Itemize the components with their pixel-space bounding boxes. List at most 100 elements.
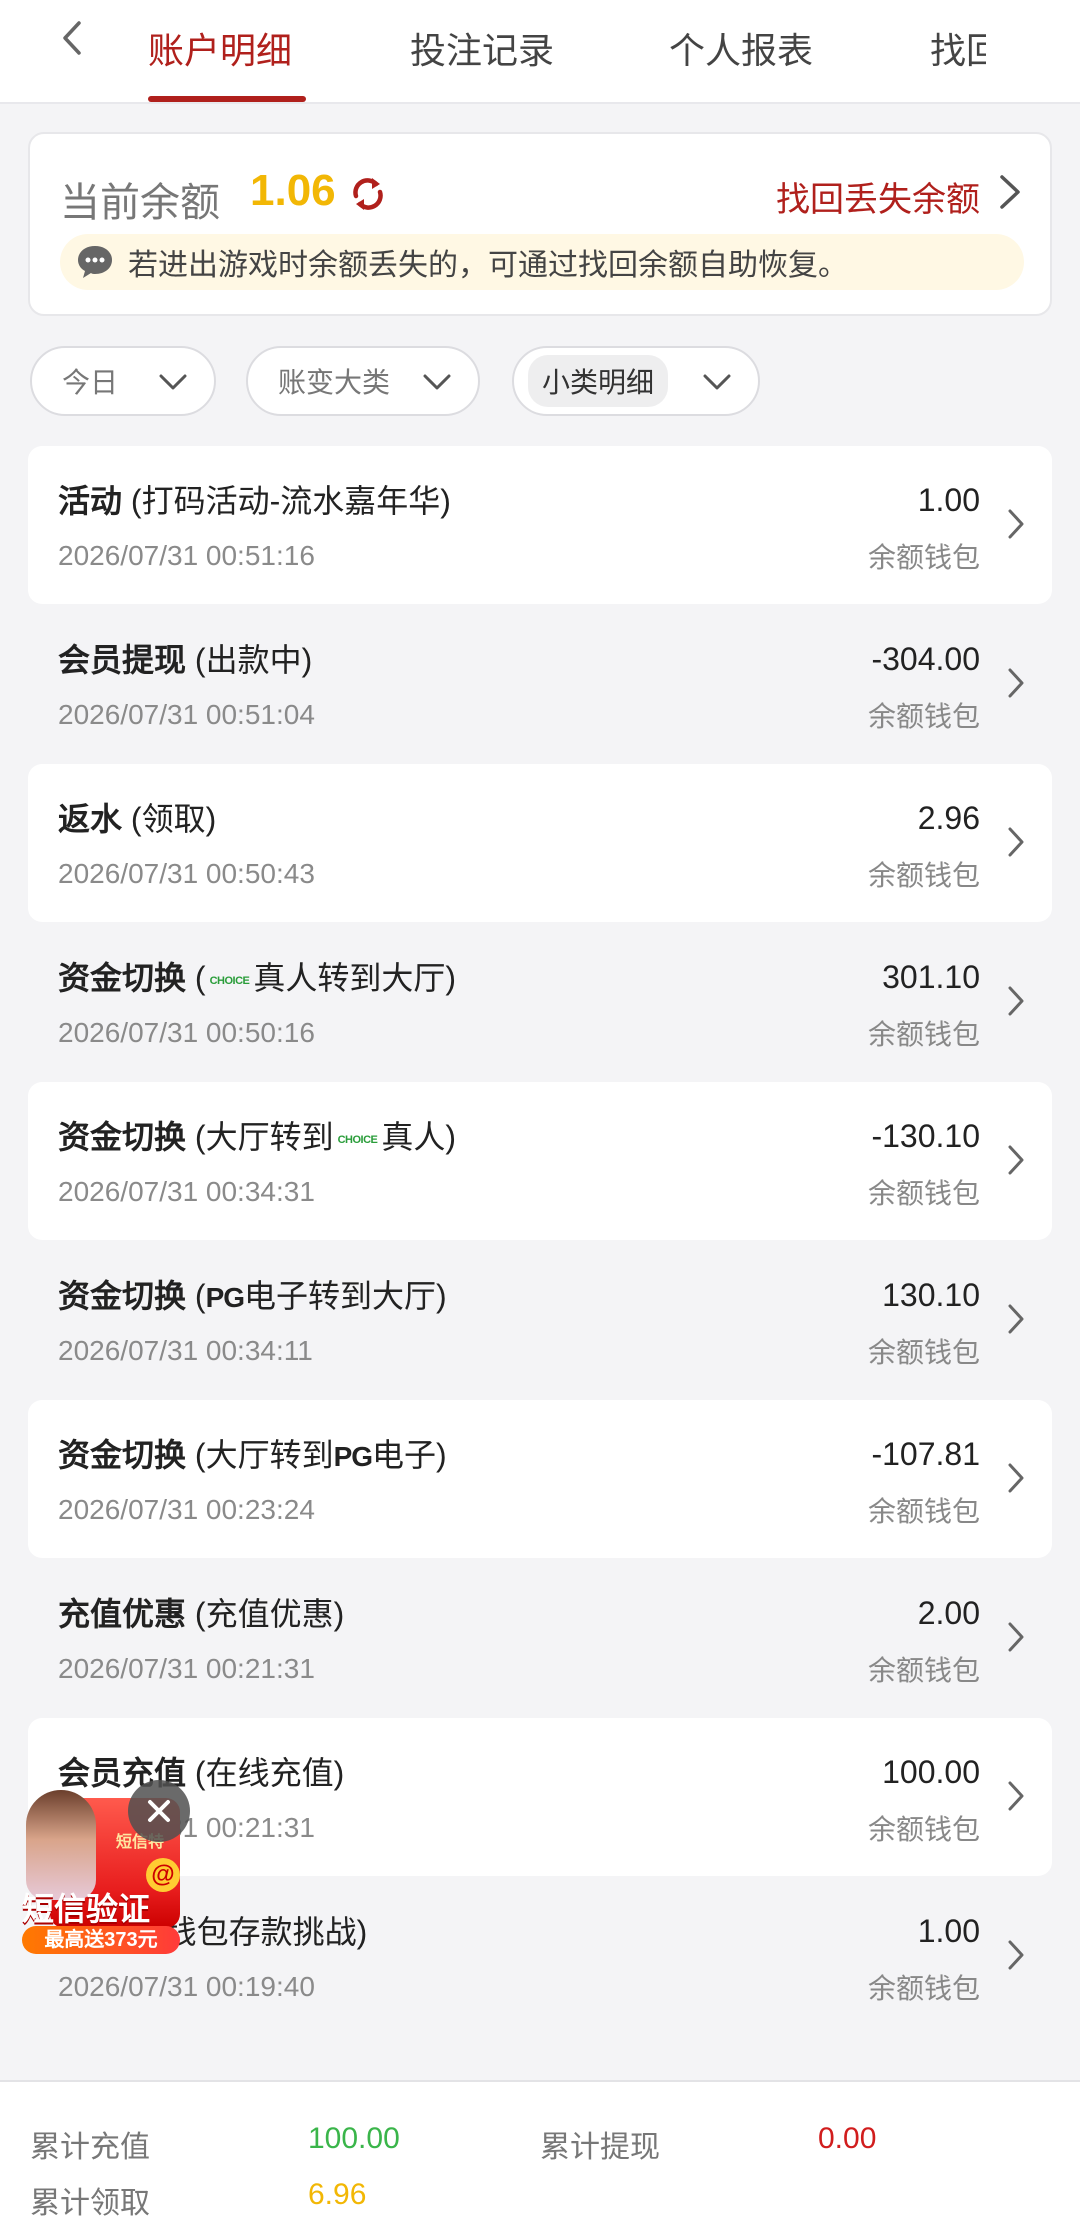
transaction-datetime: 2026/07/31 00:50:43 bbox=[58, 858, 315, 889]
recover-balance-link[interactable]: 找回丢失余额 bbox=[776, 172, 980, 221]
transaction-row[interactable]: 资金切换 (大厅转到PG电子) 2026/07/31 00:23:24 -107.8… bbox=[28, 1400, 1052, 1558]
transaction-row[interactable]: 资金切换 (PG电子转到大厅) 2026/07/31 00:34:11 130.10… bbox=[28, 1241, 1052, 1399]
transaction-detail: (打码活动-流水嘉年华) bbox=[122, 483, 451, 519]
chevron-right-icon bbox=[1008, 509, 1024, 539]
pg-logo-icon: PG bbox=[205, 1282, 245, 1313]
transaction-detail: ( bbox=[186, 1278, 206, 1314]
choice-logo-icon: CHOICE bbox=[337, 1133, 378, 1146]
tab-recover-clip: 找回 bbox=[930, 0, 986, 96]
subcategory-filter-dropdown[interactable]: 小类明细 bbox=[512, 346, 760, 416]
transaction-wallet: 余额钱包 bbox=[867, 1814, 980, 1845]
chevron-right-icon bbox=[1008, 1940, 1024, 1970]
active-tab-indicator bbox=[148, 96, 306, 102]
ad-close-button[interactable] bbox=[128, 1780, 190, 1842]
top-tab-bar: 账户明细 投注记录 个人报表 找回 bbox=[0, 0, 1080, 104]
category-filter-dropdown[interactable]: 账变大类 bbox=[246, 346, 480, 416]
ad-main-text: 短信验证 bbox=[22, 1891, 151, 1927]
recover-notice: 若进出游戏时余额丢失的，可通过找回余额自助恢复。 bbox=[60, 234, 1024, 290]
transaction-datetime: 2026/07/31 00:19:40 bbox=[58, 1971, 315, 2002]
choice-logo-icon: CHOICE bbox=[209, 974, 250, 987]
total-withdraw-label: 累计提现 bbox=[540, 2131, 660, 2164]
transaction-row[interactable]: 资金切换 (CHOICE 真人转到大厅) 2026/07/31 00:50:16 30… bbox=[28, 923, 1052, 1081]
transaction-wallet: 余额钱包 bbox=[867, 701, 980, 732]
transaction-row[interactable]: 资金切换 (大厅转到 CHOICE 真人) 2026/07/31 00:34:31 -1… bbox=[28, 1082, 1052, 1240]
transaction-category: 资金切换 bbox=[58, 1119, 187, 1155]
date-filter-label: 今日 bbox=[62, 367, 119, 398]
transaction-row[interactable]: 返水 (领取) 2026/07/31 00:50:43 2.96 余额钱包 bbox=[28, 764, 1052, 922]
tab-recover[interactable]: 找回 bbox=[930, 22, 986, 74]
close-icon bbox=[148, 1800, 170, 1822]
transaction-amount: 2.96 bbox=[917, 800, 980, 836]
transaction-detail-suffix: 真人) bbox=[381, 1119, 457, 1155]
transaction-datetime: 2026/07/31 00:50:16 bbox=[58, 1017, 315, 1048]
refresh-icon[interactable] bbox=[348, 174, 388, 214]
chevron-right-icon bbox=[1008, 986, 1024, 1016]
transaction-wallet: 余额钱包 bbox=[867, 1178, 980, 1209]
total-deposit-label: 累计充值 bbox=[30, 2131, 150, 2164]
transaction-title: 资金切换 (大厅转到PG电子) bbox=[58, 1430, 447, 1476]
balance-value: 1.06 bbox=[250, 166, 336, 215]
chevron-right-icon bbox=[1008, 827, 1024, 857]
transaction-detail: (充值优惠) bbox=[186, 1596, 345, 1632]
transaction-wallet: 余额钱包 bbox=[867, 1655, 980, 1686]
summary-footer: 累计充值 100.00 累计提现 0.00 累计领取 6.96 bbox=[0, 2080, 1080, 2240]
transaction-row[interactable]: 会员提现 (出款中) 2026/07/31 00:51:04 -304.00 余额钱包 bbox=[28, 605, 1052, 763]
transaction-row[interactable]: 充值优惠 (充值优惠) 2026/07/31 00:21:31 2.00 余额钱包 bbox=[28, 1559, 1052, 1717]
chevron-down-icon bbox=[703, 374, 731, 390]
transaction-category: 充值优惠 bbox=[58, 1596, 187, 1632]
transaction-category: 活动 bbox=[58, 483, 123, 519]
tab-personal-report[interactable]: 个人报表 bbox=[669, 22, 813, 74]
transaction-title: 返水 (领取) bbox=[58, 794, 216, 840]
transaction-row[interactable]: 活动 (打码活动-流水嘉年华) 2026/07/31 00:51:16 1.00 余额… bbox=[28, 446, 1052, 604]
transaction-wallet: 余额钱包 bbox=[867, 1019, 980, 1050]
notice-text: 若进出游戏时余额丢失的，可通过找回余额自助恢复。 bbox=[128, 249, 848, 282]
transaction-detail-suffix: 真人转到大厅) bbox=[253, 960, 457, 996]
transaction-amount: -130.10 bbox=[871, 1118, 980, 1154]
transaction-detail: (出款中) bbox=[186, 642, 313, 678]
transaction-title: 资金切换 (大厅转到 CHOICE 真人) bbox=[58, 1112, 456, 1158]
transaction-datetime: 2026/07/31 00:34:11 bbox=[58, 1335, 313, 1366]
chevron-right-icon bbox=[1008, 1463, 1024, 1493]
transaction-datetime: 2026/07/31 00:51:16 bbox=[58, 540, 315, 571]
back-button[interactable] bbox=[52, 18, 92, 58]
transaction-amount: -304.00 bbox=[871, 641, 980, 677]
transaction-amount: 130.10 bbox=[882, 1277, 980, 1313]
transaction-datetime: 2026/07/31 00:51:04 bbox=[58, 699, 315, 730]
total-deposit-value: 100.00 bbox=[308, 2122, 400, 2155]
chevron-down-icon bbox=[159, 374, 187, 390]
chevron-right-icon[interactable] bbox=[996, 174, 1024, 210]
ad-sub-text: 最高送373元 bbox=[22, 1926, 180, 1954]
balance-card: 当前余额 1.06 找回丢失余额 若进出游戏时余额丢失的，可通过找回余额自助恢复… bbox=[28, 132, 1052, 316]
transaction-detail: (大厅转到 bbox=[186, 1437, 334, 1473]
transaction-category: 资金切换 bbox=[58, 1278, 187, 1314]
chevron-right-icon bbox=[1008, 1622, 1024, 1652]
transaction-amount: 2.00 bbox=[917, 1595, 980, 1631]
transaction-amount: -107.81 bbox=[871, 1436, 980, 1472]
chevron-left-icon bbox=[63, 21, 81, 55]
chevron-right-icon bbox=[1008, 668, 1024, 698]
transaction-detail-suffix: 电子转到大厅) bbox=[244, 1278, 447, 1314]
total-withdraw-value: 0.00 bbox=[818, 2122, 877, 2155]
chevron-right-icon bbox=[1008, 1781, 1024, 1811]
category-filter-label: 账变大类 bbox=[278, 367, 391, 398]
transaction-amount: 1.00 bbox=[917, 1913, 980, 1949]
chevron-right-icon bbox=[1008, 1145, 1024, 1175]
date-filter-dropdown[interactable]: 今日 bbox=[30, 346, 216, 416]
transaction-amount: 1.00 bbox=[917, 482, 980, 518]
transaction-wallet: 余额钱包 bbox=[867, 542, 980, 573]
transaction-detail: ( bbox=[186, 960, 206, 996]
transaction-detail: (在线充值) bbox=[186, 1755, 345, 1791]
floating-sms-ad[interactable]: 短信特 @ 短信验证 最高送373元 bbox=[16, 1780, 190, 1954]
transaction-title: 充值优惠 (充值优惠) bbox=[58, 1589, 344, 1635]
transaction-detail: (大厅转到 bbox=[186, 1119, 334, 1155]
transaction-detail-suffix: 电子) bbox=[372, 1437, 447, 1473]
subcategory-filter-label: 小类明细 bbox=[528, 355, 669, 407]
transaction-title: 资金切换 (PG电子转到大厅) bbox=[58, 1271, 447, 1317]
transaction-wallet: 余额钱包 bbox=[867, 1496, 980, 1527]
tab-bet-records[interactable]: 投注记录 bbox=[410, 22, 554, 74]
tab-account-details[interactable]: 账户明细 bbox=[148, 22, 292, 74]
chat-bubble-icon bbox=[78, 246, 112, 278]
transaction-datetime: 2026/07/31 00:34:31 bbox=[58, 1176, 315, 1207]
pg-logo-icon: PG bbox=[333, 1441, 373, 1472]
transaction-datetime: 2026/07/31 00:21:31 bbox=[58, 1653, 315, 1684]
